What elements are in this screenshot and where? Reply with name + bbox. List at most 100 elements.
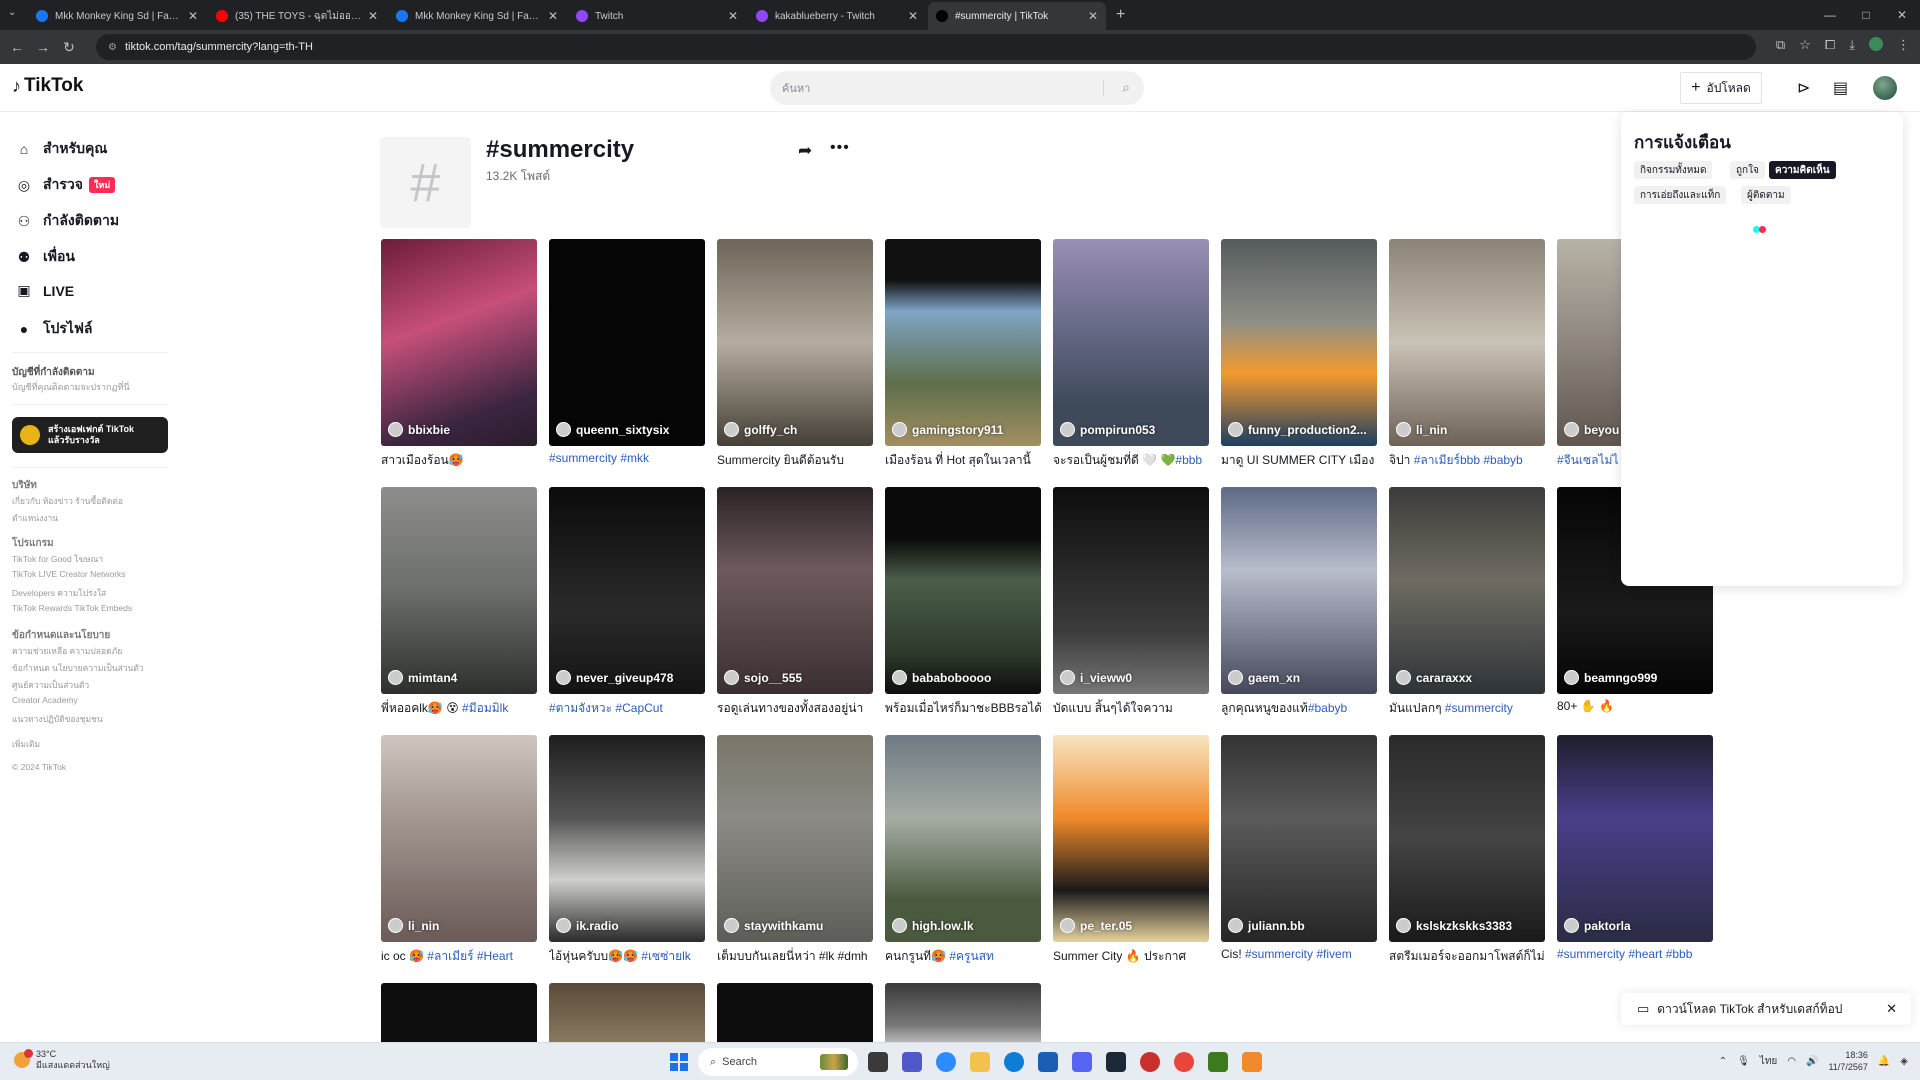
browser-tab[interactable]: kakablueberry - Twitch ✕ xyxy=(748,2,926,30)
search-icon[interactable]: ⌕ xyxy=(1122,79,1130,96)
footer-link[interactable]: ข้อกำหนด นโยบายความเป็นส่วนตัว xyxy=(12,661,144,675)
caption-hashtags[interactable]: #summercity #mkk xyxy=(549,451,649,465)
caption-hashtags[interactable]: #bbb xyxy=(1175,453,1202,467)
tab-close-icon[interactable]: ✕ xyxy=(728,9,738,23)
caption-hashtags[interactable]: #เซซ่ายlk xyxy=(641,949,691,963)
sidebar-item-profile[interactable]: ● โปรไฟล์ xyxy=(15,318,93,340)
video-card[interactable]: never_giveup478 #ตามจังหวะ #CapCut xyxy=(549,487,705,715)
caption-hashtags[interactable]: #summercity #fivem xyxy=(1245,947,1352,961)
video-card[interactable]: high.low.lk คนกรูนที🥵 #ครูนสท xyxy=(885,735,1041,963)
video-card[interactable]: pe_ter.05 Summer City 🔥 ประกาศ xyxy=(1053,735,1209,963)
share-icon[interactable]: ➦ xyxy=(798,141,812,161)
video-caption[interactable]: #ตามจังหวะ #CapCut xyxy=(549,699,705,715)
bookmark-star-icon[interactable]: ☆ xyxy=(1799,37,1811,53)
video-author[interactable]: paktorla xyxy=(1564,918,1631,933)
video-thumbnail[interactable]: gamingstory911 xyxy=(885,239,1041,446)
create-effects-button[interactable]: สร้างเอฟเฟกต์ TikTok แล้วรับรางวัล xyxy=(12,417,168,453)
download-desktop-banner[interactable]: ▭ ดาวน์โหลด TikTok สำหรับเดสก์ท็อป ✕ xyxy=(1621,993,1911,1025)
browser-tab[interactable]: (35) THE TOYS - ฉุดไม่ออก (JUST ✕ xyxy=(208,2,386,30)
footer-link[interactable]: เกี่ยวกับ ห้องข่าว ร้านซื้อติดต่อ xyxy=(12,494,123,508)
video-author[interactable]: gamingstory911 xyxy=(892,422,1003,437)
store-icon[interactable] xyxy=(1038,1052,1058,1072)
video-thumbnail[interactable]: mimtan4 xyxy=(381,487,537,694)
video-caption[interactable]: จะรอเป็นผู้ชมที่ดี 🤍 💚#bbb xyxy=(1053,451,1209,467)
video-card[interactable]: li_nin จิปา #ลาเมียร์bbb #babyb xyxy=(1389,239,1545,467)
video-thumbnail[interactable]: li_nin xyxy=(381,735,537,942)
sidebar-item-friends[interactable]: ⚉ เพื่อน xyxy=(15,246,75,268)
windows-start-icon[interactable] xyxy=(670,1053,688,1071)
video-author[interactable]: bbixbie xyxy=(388,422,450,437)
video-caption[interactable]: เต็มบบกันเลยนี่หว่า #lk #dmh xyxy=(717,947,873,963)
taskbar-search[interactable]: ⌕ Search xyxy=(698,1048,858,1076)
caption-hashtags[interactable]: #ลาเมียร์ #Heart xyxy=(427,949,513,963)
video-thumbnail[interactable]: paktorla xyxy=(1557,735,1713,942)
video-card[interactable]: bbixbie สาวเมืองร้อน🥵 xyxy=(381,239,537,467)
send-icon[interactable]: ⊳ xyxy=(1797,78,1810,98)
wifi-icon[interactable]: ◠ xyxy=(1787,1056,1796,1067)
video-caption[interactable]: สาวเมืองร้อน🥵 xyxy=(381,451,537,467)
chip-followers[interactable]: ผู้ติดตาม xyxy=(1741,186,1791,204)
video-caption[interactable]: Cis! #summercity #fivem xyxy=(1221,947,1377,963)
footer-link[interactable]: © 2024 TikTok xyxy=(12,762,66,772)
video-thumbnail[interactable] xyxy=(885,983,1041,1043)
game-app-icon[interactable] xyxy=(1140,1052,1160,1072)
file-explorer-icon[interactable] xyxy=(970,1052,990,1072)
video-card[interactable]: i_vieww0 บัดแบบ สิ้นๆได้ใจความ xyxy=(1053,487,1209,715)
caption-hashtags[interactable]: #จีนเซลไม่ไ xyxy=(1557,453,1619,467)
chip-comments[interactable]: ความคิดเห็น xyxy=(1769,161,1836,179)
video-author[interactable]: kslskzkskks3383 xyxy=(1396,918,1512,933)
video-author[interactable]: sojo__555 xyxy=(724,670,802,685)
caption-hashtags[interactable]: #มีอมมิlk xyxy=(462,701,508,715)
video-thumbnail[interactable]: high.low.lk xyxy=(885,735,1041,942)
video-caption[interactable]: เมืองร้อน ที่ Hot สุดในเวลานี้ xyxy=(885,451,1041,467)
new-tab-plus-icon[interactable]: + xyxy=(1116,6,1125,24)
video-author[interactable]: funny_production2... xyxy=(1228,422,1367,437)
minimize-button[interactable]: — xyxy=(1812,0,1848,30)
maximize-button[interactable]: □ xyxy=(1848,0,1884,30)
orange-app-icon[interactable] xyxy=(1242,1052,1262,1072)
chip-all-activity[interactable]: กิจกรรมทั้งหมด xyxy=(1634,161,1713,179)
video-card[interactable]: juliann.bb Cis! #summercity #fivem xyxy=(1221,735,1377,963)
video-author[interactable]: li_nin xyxy=(1396,422,1447,437)
video-author[interactable]: juliann.bb xyxy=(1228,918,1305,933)
video-author[interactable]: cararaxxx xyxy=(1396,670,1472,685)
site-info-icon[interactable]: ⚙ xyxy=(108,42,117,53)
video-card[interactable] xyxy=(885,983,1041,1043)
teams-icon[interactable] xyxy=(902,1052,922,1072)
browser-tab[interactable]: Mkk Monkey King Sd | Facebo ✕ xyxy=(28,2,206,30)
install-app-icon[interactable]: ⧉ xyxy=(1776,37,1785,53)
discord-icon[interactable] xyxy=(1072,1052,1092,1072)
notification-bell-icon[interactable]: 🔔 xyxy=(1878,1056,1890,1067)
video-caption[interactable]: จิปา #ลาเมียร์bbb #babyb xyxy=(1389,451,1545,467)
tab-close-icon[interactable]: ✕ xyxy=(1088,9,1098,23)
video-thumbnail[interactable]: funny_production2... xyxy=(1221,239,1377,446)
video-thumbnail[interactable] xyxy=(717,983,873,1043)
sidebar-item-following[interactable]: ⚇ กำลังติดตาม xyxy=(15,210,119,232)
video-author[interactable]: mimtan4 xyxy=(388,670,457,685)
tab-close-icon[interactable]: ✕ xyxy=(188,9,198,23)
close-window-button[interactable]: ✕ xyxy=(1884,0,1920,30)
sidebar-item-home[interactable]: ⌂ สำหรับคุณ xyxy=(15,138,108,160)
video-thumbnail[interactable]: staywithkamu xyxy=(717,735,873,942)
video-thumbnail[interactable]: sojo__555 xyxy=(717,487,873,694)
video-thumbnail[interactable] xyxy=(381,983,537,1043)
video-author[interactable]: beamngo999 xyxy=(1564,670,1657,685)
video-author[interactable]: beyou xyxy=(1564,422,1619,437)
tab-list-chevron-icon[interactable]: ⌄ xyxy=(8,7,16,18)
footer-link[interactable]: TikTok for Good โฆษณา xyxy=(12,552,103,566)
video-author[interactable]: pompirun053 xyxy=(1060,422,1155,437)
video-author[interactable]: high.low.lk xyxy=(892,918,974,933)
video-thumbnail[interactable]: never_giveup478 xyxy=(549,487,705,694)
video-caption[interactable]: #summercity #heart #bbb xyxy=(1557,947,1713,963)
video-thumbnail[interactable]: i_vieww0 xyxy=(1053,487,1209,694)
video-caption[interactable]: คนกรูนที🥵 #ครูนสท xyxy=(885,947,1041,963)
zoom-icon[interactable] xyxy=(936,1052,956,1072)
video-author[interactable]: queenn_sixtysix xyxy=(556,422,669,437)
footer-link[interactable]: แนวทางปฏิบัติของชุมชน xyxy=(12,712,103,726)
video-caption[interactable]: มาดู UI SUMMER CITY เมือง xyxy=(1221,451,1377,467)
edge-icon[interactable] xyxy=(1004,1052,1024,1072)
video-card[interactable]: staywithkamu เต็มบบกันเลยนี่หว่า #lk #dmh xyxy=(717,735,873,963)
video-author[interactable]: never_giveup478 xyxy=(556,670,673,685)
more-options-icon[interactable]: ••• xyxy=(830,139,850,157)
browser-profile-avatar[interactable] xyxy=(1869,37,1883,51)
